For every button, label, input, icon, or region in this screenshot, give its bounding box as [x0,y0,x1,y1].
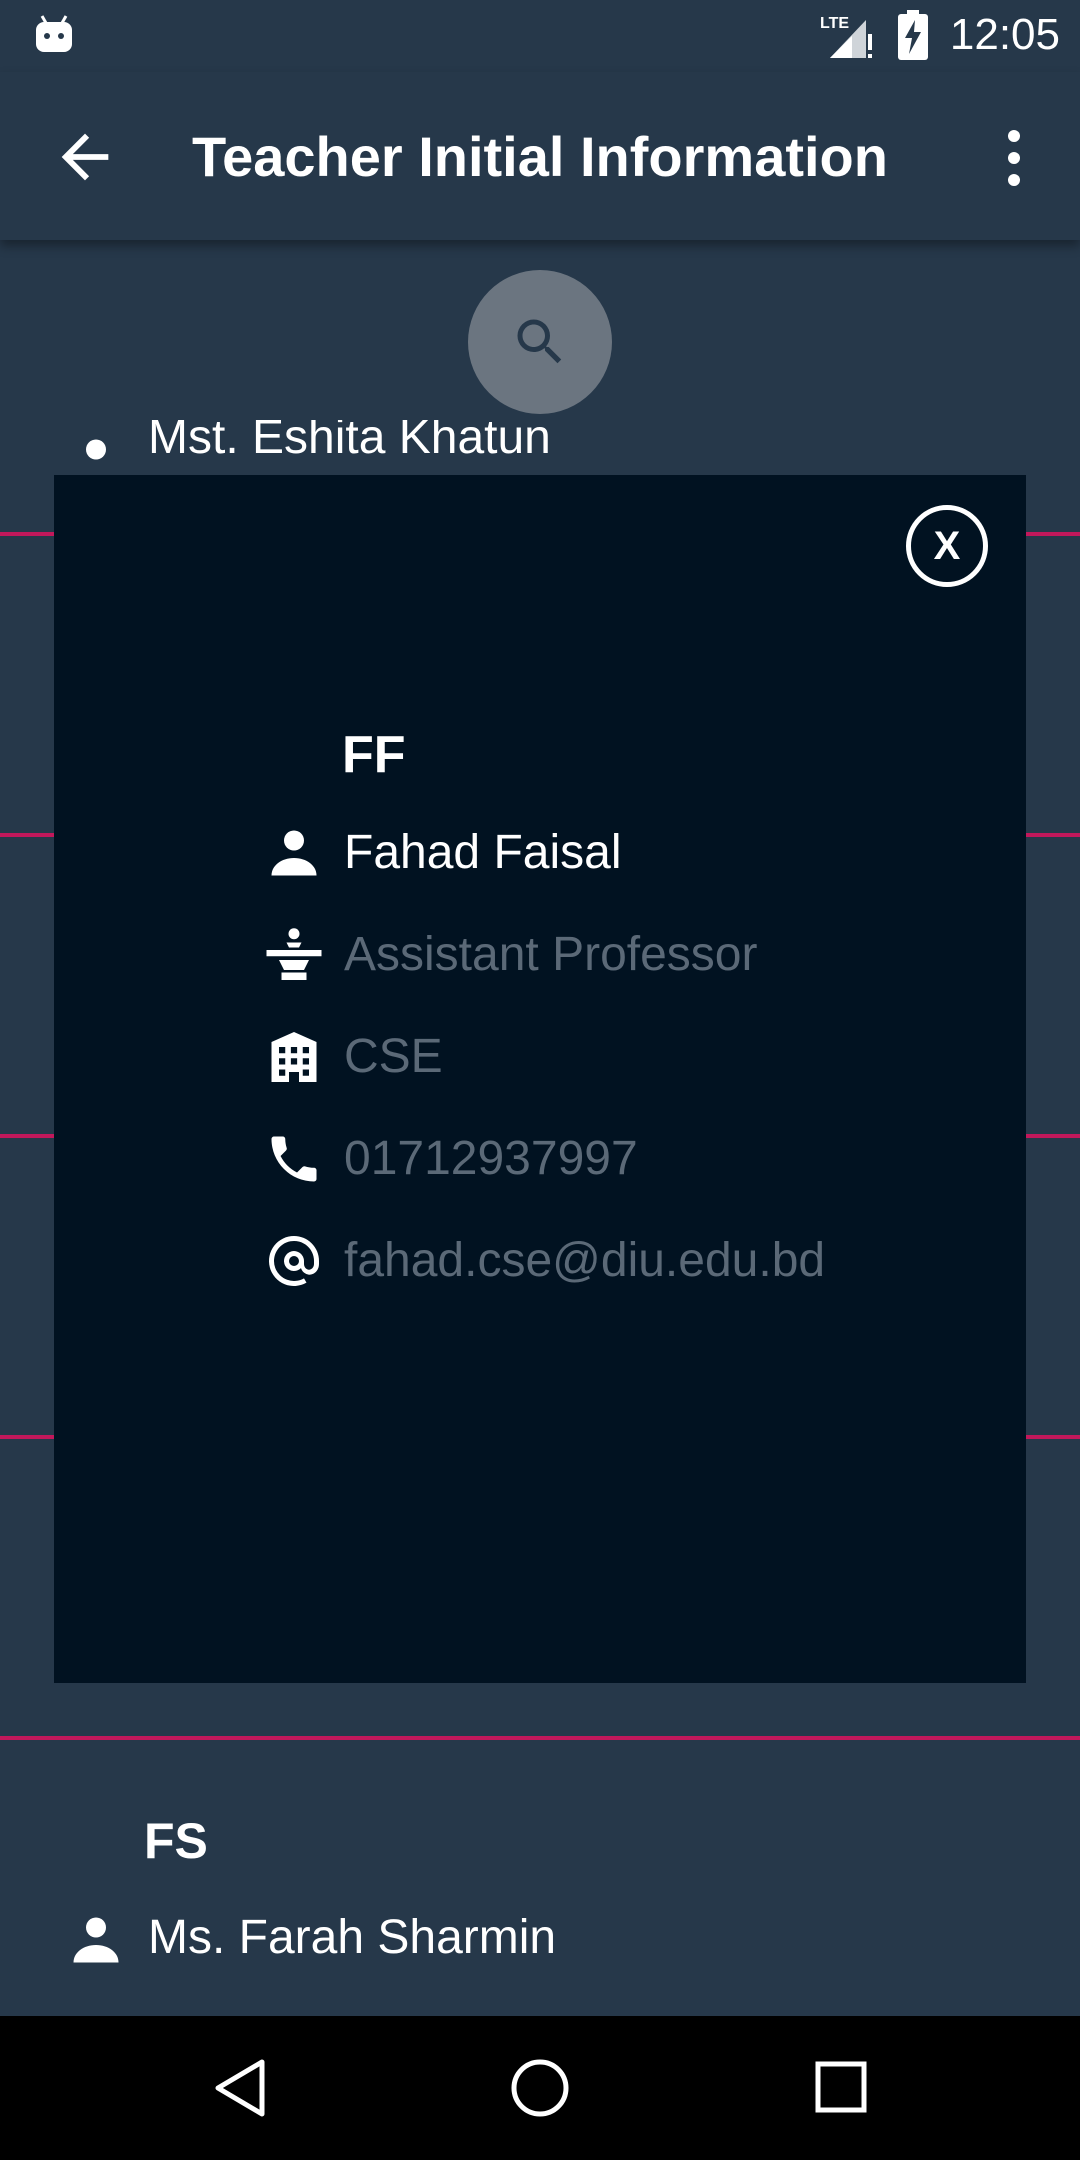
status-time: 12:05 [949,10,1060,59]
dialog-initials: FF [342,725,406,785]
close-label: X [933,524,961,568]
divider [0,1736,1080,1740]
app-bar: Teacher Initial Information [0,72,1080,240]
status-bar: LTE 12:05 [0,0,1080,72]
teacher-department: CSE [344,1030,443,1083]
search-button[interactable] [468,270,612,414]
back-triangle-icon[interactable] [212,2056,268,2120]
podium-icon [266,928,322,980]
phone-icon [271,1136,317,1182]
teacher-email[interactable]: fahad.cse@diu.edu.bd [344,1231,825,1291]
home-circle-icon[interactable] [510,2058,570,2118]
network-label: LTE [820,15,849,32]
initials-text: FF [342,726,406,784]
list-item[interactable]: Mst. Eshita Khatun [0,420,1080,462]
navigation-bar [0,2016,1080,2160]
android-icon [36,15,72,52]
list-item-name: Mst. Eshita Khatun [148,420,551,462]
teacher-name: Ms. Farah Sharmin [148,1911,557,1964]
person-icon [86,439,106,460]
close-button[interactable]: X [906,505,988,587]
person-icon [73,1917,119,1963]
teacher-phone[interactable]: 01712937997 [344,1129,638,1189]
page-title: Teacher Initial Information [192,125,888,188]
person-icon [271,830,317,876]
recents-square-icon[interactable] [814,2060,868,2114]
lte-signal-icon: LTE [820,15,872,58]
teacher-initials: FS [144,1813,208,1869]
list-item[interactable]: FS Ms. Farah Sharmin [0,1744,1080,2014]
at-sign-icon [268,1236,319,1286]
teacher-designation: Assistant Professor [344,928,758,981]
teacher-name: Fahad Faisal [344,826,622,879]
building-icon [271,1032,317,1082]
more-vert-icon[interactable] [992,126,1036,190]
teacher-detail-dialog: X FF Fahad Faisal Assistant Professor CS… [54,475,1026,1683]
search-icon [517,319,562,364]
battery-charging-icon [898,10,928,60]
